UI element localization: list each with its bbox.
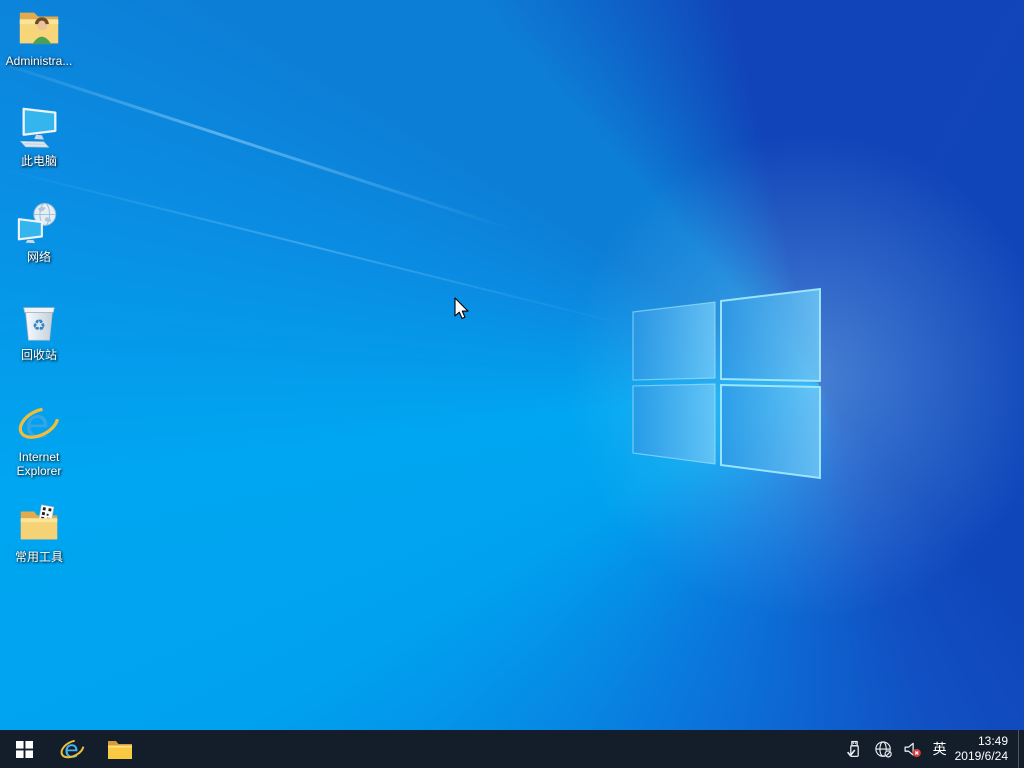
taskbar-clock[interactable]: 13:49 2019/6/24 <box>955 734 1018 764</box>
desktop-icon-label: 网络 <box>26 250 51 264</box>
recycle-bin-icon: ♻ <box>15 298 63 346</box>
mouse-cursor <box>454 297 469 319</box>
desktop-icon-label: 常用工具 <box>14 550 63 564</box>
ime-language-indicator[interactable]: 英 <box>931 730 955 768</box>
desktop-icon-administrator[interactable]: Administra... <box>0 4 78 68</box>
svg-text:e: e <box>25 401 50 447</box>
taskbar-internet-explorer-button[interactable]: e <box>48 730 96 768</box>
folder-icon <box>108 741 132 759</box>
svg-text:♻: ♻ <box>32 317 46 335</box>
svg-text:e: e <box>64 736 79 763</box>
usb-eject-icon[interactable] <box>845 739 865 759</box>
desktop-icon-label: 此电脑 <box>20 154 57 168</box>
taskbar-file-explorer-button[interactable] <box>96 730 144 768</box>
desktop-icon-label: Administra... <box>5 54 73 68</box>
clock-time: 13:49 <box>977 734 1008 748</box>
wallpaper-light-ray <box>0 165 631 327</box>
user-folder-icon <box>15 4 63 52</box>
desktop-icon-common-tools[interactable]: 常用工具 <box>0 500 78 564</box>
desktop-icon-internet-explorer[interactable]: e Internet Explorer <box>0 400 78 478</box>
tools-folder-icon <box>15 500 63 548</box>
clock-date: 2019/6/24 <box>954 749 1008 763</box>
desktop-icon-recycle-bin[interactable]: ♻ 回收站 <box>0 298 78 362</box>
taskbar-tray-area: 英 13:49 2019/6/24 <box>841 730 1024 768</box>
computer-icon <box>15 104 63 152</box>
desktop-icon-this-pc[interactable]: 此电脑 <box>0 104 78 168</box>
start-button[interactable] <box>0 730 48 768</box>
desktop-icon-label: 回收站 <box>20 348 57 362</box>
show-desktop-button[interactable] <box>1018 730 1024 768</box>
desktop-background[interactable]: Administra... 此电脑 网络 ♻ 回收站 e Internet Ex… <box>0 0 1024 768</box>
network-globe-icon <box>15 200 63 248</box>
taskbar: e 英 13:49 2019/6/24 <box>0 730 1024 768</box>
windows-logo-icon <box>15 740 33 758</box>
globe-no-internet-icon[interactable] <box>874 739 894 759</box>
desktop-icon-label: Internet Explorer <box>16 450 62 478</box>
ie-icon: e <box>15 400 63 448</box>
ie-icon: e <box>60 736 84 763</box>
wallpaper-windows-logo <box>632 287 821 480</box>
desktop-icon-network[interactable]: 网络 <box>0 200 78 264</box>
speaker-muted-icon[interactable] <box>903 739 923 759</box>
